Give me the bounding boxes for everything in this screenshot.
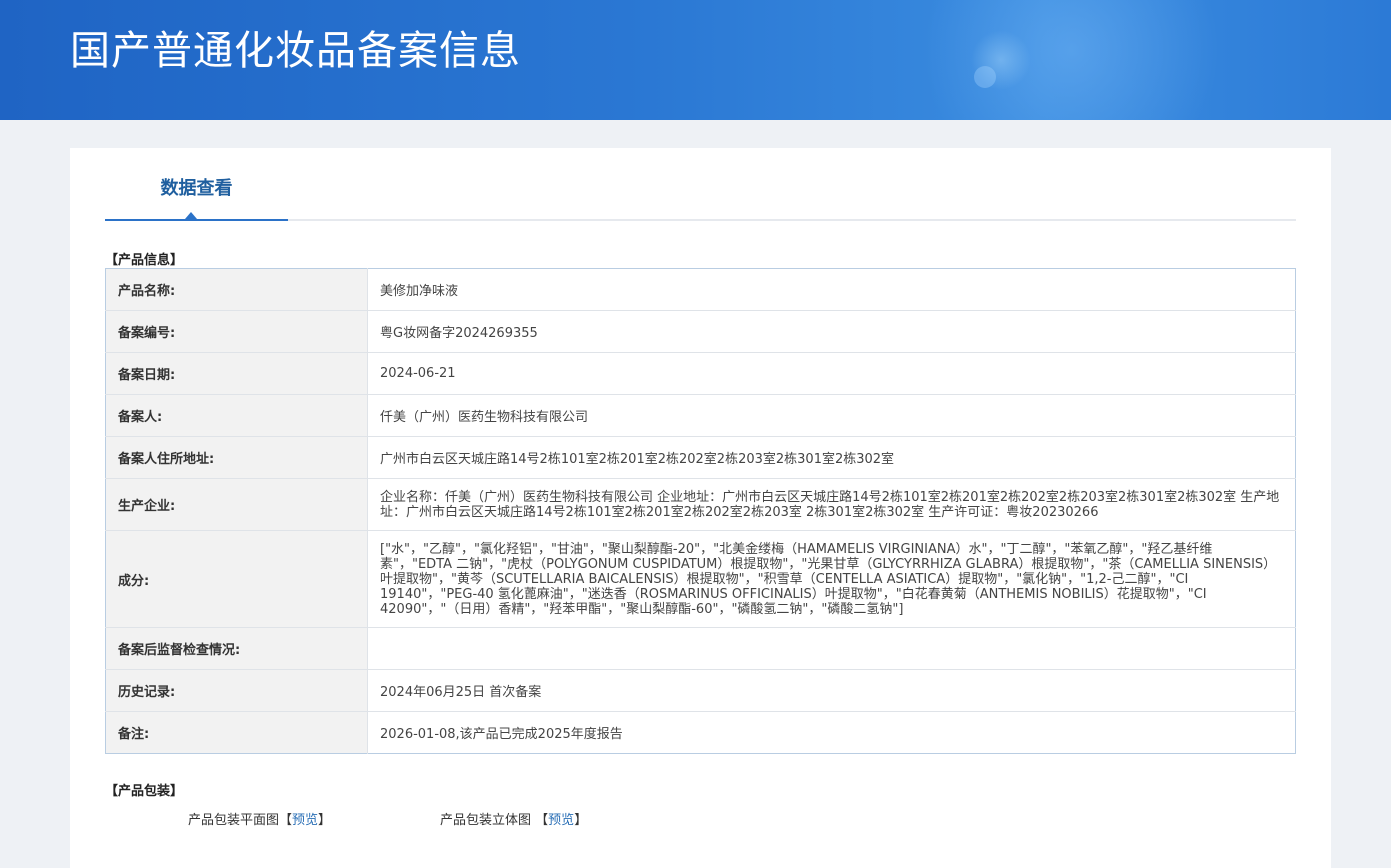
row-label-manufacturer: 生产企业:	[105, 478, 368, 531]
row-value-record-number: 粤G妆网备字2024269355	[367, 310, 1296, 353]
table-row: 备案人: 仟美（广州）医药生物科技有限公司	[105, 394, 1296, 437]
content-card: 数据查看 【产品信息】 产品名称: 美修加净味液 备案编号: 粤G妆网备字202…	[70, 148, 1331, 868]
bracket-close: 】	[574, 813, 588, 828]
table-row: 生产企业: 企业名称：仟美（广州）医药生物科技有限公司 企业地址：广州市白云区天…	[105, 478, 1296, 531]
row-label-inspection: 备案后监督检查情况:	[105, 627, 368, 670]
row-label-ingredients: 成分:	[105, 530, 368, 628]
row-value-registrant: 仟美（广州）医药生物科技有限公司	[367, 394, 1296, 437]
page-title: 国产普通化妆品备案信息	[70, 28, 521, 74]
bracket-open: 【	[279, 813, 293, 828]
row-label-registrant: 备案人:	[105, 394, 368, 437]
packaging-heading: 【产品包装】	[105, 784, 184, 799]
table-row: 备注: 2026-01-08,该产品已完成2025年度报告	[105, 711, 1296, 754]
row-label-remarks: 备注:	[105, 711, 368, 754]
product-info-heading: 【产品信息】	[105, 253, 184, 268]
row-label-history: 历史记录:	[105, 669, 368, 712]
row-value-manufacturer: 企业名称：仟美（广州）医药生物科技有限公司 企业地址：广州市白云区天城庄路14号…	[367, 478, 1296, 531]
packaging-stereo-label: 产品包装立体图	[440, 813, 532, 828]
table-row: 成分: ["水"，"乙醇"，"氯化羟铝"，"甘油"，"聚山梨醇酯-20"，"北美…	[105, 530, 1296, 628]
packaging-flat-label: 产品包装平面图	[188, 813, 280, 828]
packaging-stereo-item: 产品包装立体图 【预览】	[440, 809, 587, 828]
row-value-registrant-address: 广州市白云区天城庄路14号2栋101室2栋201室2栋202室2栋203室2栋3…	[367, 436, 1296, 479]
caret-up-icon	[185, 212, 197, 219]
row-value-history: 2024年06月25日 首次备案	[367, 669, 1296, 712]
table-row: 备案日期: 2024-06-21	[105, 352, 1296, 395]
preview-stereo-link[interactable]: 预览	[548, 813, 574, 828]
header-banner: 国产普通化妆品备案信息	[0, 0, 1391, 120]
row-label-record-date: 备案日期:	[105, 352, 368, 395]
banner-decoration	[974, 66, 996, 88]
row-value-product-name: 美修加净味液	[380, 284, 459, 299]
banner-decoration	[891, 0, 1251, 120]
row-value-record-date: 2024-06-21	[367, 352, 1296, 395]
table-row: 备案人住所地址: 广州市白云区天城庄路14号2栋101室2栋201室2栋202室…	[105, 436, 1296, 479]
row-label-record-number: 备案编号:	[105, 310, 368, 353]
tab-active-indicator	[105, 219, 288, 221]
row-value-ingredients: ["水"，"乙醇"，"氯化羟铝"，"甘油"，"聚山梨醇酯-20"，"北美金缕梅（…	[367, 530, 1296, 628]
tab-label: 数据查看	[160, 178, 233, 199]
tab-data-view[interactable]: 数据查看	[105, 174, 288, 221]
row-label-registrant-address: 备案人住所地址:	[105, 436, 368, 479]
row-label-product-name: 产品名称:	[105, 268, 368, 311]
table-row: 历史记录: 2024年06月25日 首次备案	[105, 669, 1296, 712]
row-value-remarks: 2026-01-08,该产品已完成2025年度报告	[367, 711, 1296, 754]
bracket-close: 】	[318, 813, 332, 828]
row-value-inspection	[367, 627, 1296, 670]
preview-flat-link[interactable]: 预览	[292, 813, 318, 828]
table-row: 产品名称: 美修加净味液	[105, 268, 1296, 311]
packaging-flat-item: 产品包装平面图【预览】	[188, 809, 331, 828]
product-info-table: 产品名称: 美修加净味液 备案编号: 粤G妆网备字2024269355 备案日期…	[105, 268, 1296, 754]
table-row: 备案后监督检查情况:	[105, 627, 1296, 670]
bracket-open: 【	[535, 813, 549, 828]
table-row: 备案编号: 粤G妆网备字2024269355	[105, 310, 1296, 353]
